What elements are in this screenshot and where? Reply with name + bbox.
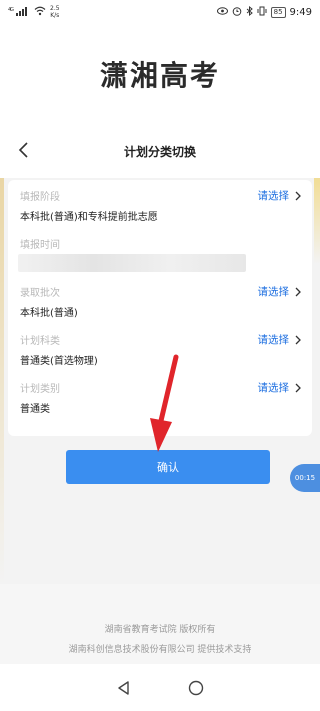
form-row-stage: 填报阶段 本科批(普通)和专科提前批志愿 请选择 — [8, 184, 312, 230]
category-label: 计划类别 — [20, 384, 60, 395]
category-select-label: 请选择 — [257, 382, 290, 394]
embedded-screen: 计划分类切换 填报阶段 本科批(普通)和专科提前批志愿 请选择 填报时间 录取批… — [0, 124, 320, 584]
circle-home-icon — [188, 680, 204, 695]
subject-select-label: 请选择 — [257, 334, 290, 346]
category-select-button[interactable]: 请选择 — [258, 380, 305, 395]
back-button[interactable] — [12, 138, 36, 162]
vibrate-icon — [257, 6, 267, 19]
batch-select-button[interactable]: 请选择 — [258, 284, 305, 299]
status-right: 85 9:49 — [216, 5, 312, 19]
tech-support-text: 湖南科创信息技术股份有限公司 提供技术支持 — [68, 645, 252, 655]
time-label: 填报时间 — [20, 240, 60, 251]
category-value: 普通类 — [20, 404, 50, 415]
footer: 湖南省教育考试院 版权所有 湖南科创信息技术股份有限公司 提供技术支持 — [0, 584, 320, 664]
subject-value: 普通类(首选物理) — [20, 356, 98, 367]
network-speed: 2.5 K/s — [50, 5, 60, 19]
confirm-button[interactable]: 确认 — [66, 450, 270, 484]
chevron-right-icon — [295, 191, 301, 200]
stage-label: 填报阶段 — [20, 192, 60, 203]
speed-unit: K/s — [50, 12, 60, 19]
copyright-text: 湖南省教育考试院 版权所有 — [104, 625, 216, 635]
chevron-right-icon — [295, 335, 301, 344]
timer-text: 00:15 — [294, 474, 316, 482]
confirm-label: 确认 — [157, 461, 179, 474]
left-edge-decoration — [0, 124, 4, 584]
status-bar: 4G 2.5 K/s 85 9:49 — [0, 0, 320, 24]
signal-icon: 4G — [8, 6, 30, 18]
blurred-time-value — [18, 254, 246, 272]
subject-select-button[interactable]: 请选择 — [258, 332, 305, 347]
navigation-bar: 计划分类切换 — [0, 124, 320, 178]
alarm-icon — [232, 6, 242, 19]
form-row-category: 计划类别 普通类 请选择 — [8, 376, 312, 422]
system-home-button[interactable] — [184, 676, 208, 700]
triangle-back-icon — [118, 680, 129, 695]
stage-select-label: 请选择 — [257, 190, 290, 202]
form-row-batch: 录取批次 本科批(普通) 请选择 — [8, 280, 312, 326]
stage-select-button[interactable]: 请选择 — [258, 188, 305, 203]
chevron-right-icon — [295, 287, 301, 296]
batch-value: 本科批(普通) — [20, 308, 78, 319]
chevron-right-icon — [295, 383, 301, 392]
stage-value: 本科批(普通)和专科提前批志愿 — [20, 212, 158, 223]
page-title: 计划分类切换 — [123, 144, 196, 159]
batch-select-label: 请选择 — [257, 286, 290, 298]
system-navigation-bar — [0, 664, 320, 711]
recording-timer[interactable]: 00:15 — [290, 464, 320, 492]
status-left: 4G 2.5 K/s — [8, 5, 60, 19]
svg-text:4G: 4G — [8, 7, 14, 13]
form-row-time: 填报时间 — [8, 232, 312, 278]
bluetooth-icon — [246, 5, 253, 19]
back-chevron-icon — [18, 142, 28, 158]
batch-label: 录取批次 — [20, 288, 60, 299]
subject-label: 计划科类 — [20, 336, 60, 347]
clock: 9:49 — [289, 6, 312, 18]
form-row-subject: 计划科类 普通类(首选物理) 请选择 — [8, 328, 312, 374]
form-card: 填报阶段 本科批(普通)和专科提前批志愿 请选择 填报时间 录取批次 本科批(普… — [8, 180, 312, 436]
app-title: 潇湘高考 — [99, 59, 220, 92]
app-header: 潇湘高考 — [0, 24, 320, 124]
battery-indicator: 85 — [270, 6, 286, 18]
wifi-icon — [34, 6, 46, 19]
eye-icon — [216, 6, 228, 18]
speed-value: 2.5 — [50, 5, 60, 12]
system-back-button[interactable] — [112, 676, 136, 700]
